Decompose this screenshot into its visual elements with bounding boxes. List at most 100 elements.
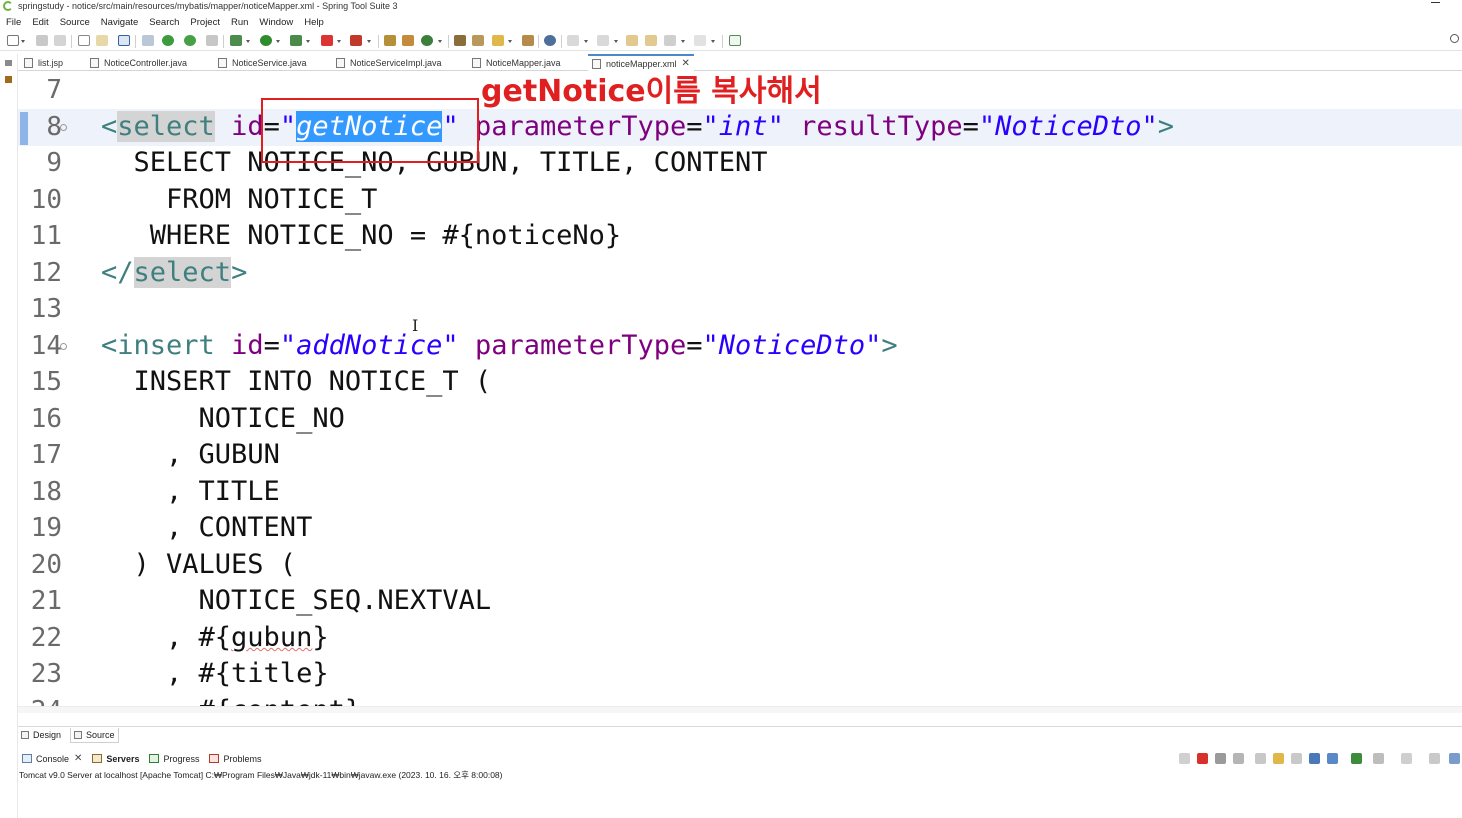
run-dropdown-icon[interactable] (276, 40, 280, 43)
open-perspective-icon[interactable] (729, 35, 741, 46)
coverage-dropdown-icon[interactable] (367, 40, 371, 43)
terminal-icon[interactable] (118, 35, 130, 46)
next-annotation-dropdown-icon[interactable] (584, 40, 588, 43)
print-icon[interactable] (78, 35, 90, 46)
close-tab-icon[interactable]: ✕ (682, 58, 690, 69)
open-file-icon[interactable] (472, 35, 484, 46)
new-dropdown-icon[interactable] (21, 40, 25, 43)
web-browser-icon[interactable] (544, 35, 556, 46)
tab-label: Design (33, 730, 62, 740)
back-dropdown-icon[interactable] (681, 40, 685, 43)
coverage-icon[interactable] (350, 35, 362, 46)
word-wrap-icon[interactable] (1291, 753, 1302, 764)
menu-run[interactable]: Run (231, 17, 248, 28)
restore-icon[interactable] (5, 60, 12, 66)
skip-breakpoints-icon[interactable] (142, 35, 154, 46)
external-tools-icon[interactable] (290, 35, 302, 46)
tab-notice-controller[interactable]: NoticeController.java (90, 54, 187, 71)
tab-notice-mapper-java[interactable]: NoticeMapper.java (472, 54, 561, 71)
save-icon[interactable] (36, 35, 48, 46)
code-line-23: , #{title} (101, 658, 329, 689)
annotation-dropdown-icon[interactable] (508, 40, 512, 43)
external-tools-dropdown-icon[interactable] (306, 40, 310, 43)
menu-project[interactable]: Project (190, 17, 220, 28)
tab-design[interactable]: Design (18, 728, 64, 743)
open-type-icon[interactable] (96, 35, 108, 46)
forward-icon[interactable] (694, 35, 706, 46)
forward-dropdown-icon[interactable] (711, 40, 715, 43)
new-java-project-icon[interactable] (384, 35, 396, 46)
new-class-icon[interactable] (421, 35, 433, 46)
back-icon[interactable] (664, 35, 676, 46)
jsp-file-icon (24, 57, 33, 68)
remove-all-launches-icon[interactable] (1233, 753, 1244, 764)
main-toolbar (0, 31, 1462, 51)
menu-edit[interactable]: Edit (32, 17, 48, 28)
open-console-icon[interactable] (1401, 753, 1412, 764)
display-console-icon[interactable] (1373, 753, 1384, 764)
prev-annotation-icon[interactable] (597, 35, 609, 46)
pin-editor-icon[interactable] (645, 35, 657, 46)
tab-progress[interactable]: Progress (149, 754, 199, 764)
menu-help[interactable]: Help (304, 17, 324, 28)
tab-servers[interactable]: Servers (92, 754, 139, 764)
menu-navigate[interactable]: Navigate (101, 17, 139, 28)
minimize-view-icon[interactable] (1429, 753, 1440, 764)
horizontal-scrollbar[interactable] (18, 706, 1462, 713)
refresh-icon[interactable] (184, 35, 196, 46)
annotation-icon[interactable] (492, 35, 504, 46)
console-output-area[interactable] (18, 780, 1462, 818)
remove-launch-icon[interactable] (1215, 753, 1226, 764)
menu-source[interactable]: Source (60, 17, 90, 28)
tab-console[interactable]: Console ✕ (22, 753, 82, 764)
debug-icon[interactable] (230, 35, 242, 46)
debug-dropdown-icon[interactable] (246, 40, 250, 43)
minimize-icon[interactable] (1431, 2, 1440, 3)
tab-notice-mapper-xml[interactable]: noticeMapper.xml ✕ (588, 54, 694, 71)
new-icon[interactable] (7, 35, 19, 46)
fold-toggle-icon[interactable] (60, 124, 67, 131)
quick-access-search-icon[interactable] (1450, 34, 1459, 43)
show-on-stderr-icon[interactable] (1327, 753, 1338, 764)
tab-problems[interactable]: Problems (209, 754, 261, 764)
result-type-attribute: resultType (800, 111, 963, 142)
terminate-icon[interactable] (321, 35, 333, 46)
menu-file[interactable]: File (6, 17, 21, 28)
terminate-dropdown-icon[interactable] (337, 40, 341, 43)
save-all-icon[interactable] (54, 35, 66, 46)
title-bar: springstudy - notice/src/main/resources/… (0, 0, 1462, 13)
equals: = (686, 111, 703, 142)
fold-toggle-icon[interactable] (60, 343, 67, 350)
tab-label: NoticeMapper.java (486, 57, 561, 68)
restart-icon[interactable] (1179, 753, 1190, 764)
menu-search[interactable]: Search (149, 17, 179, 28)
last-edit-location-icon[interactable] (626, 35, 638, 46)
prev-annotation-dropdown-icon[interactable] (614, 40, 618, 43)
tab-notice-service[interactable]: NoticeService.java (218, 54, 307, 71)
stop-server-icon[interactable] (206, 35, 218, 46)
scroll-lock-icon[interactable] (1273, 753, 1284, 764)
tab-label: Servers (106, 753, 140, 764)
terminate-icon[interactable] (1197, 753, 1208, 764)
package-explorer-icon[interactable] (5, 76, 12, 83)
new-package-icon[interactable] (402, 35, 414, 46)
annotation-text: getNotice이름 복사해서 (481, 74, 822, 109)
tab-notice-service-impl[interactable]: NoticeServiceImpl.java (336, 54, 442, 71)
show-on-stdout-icon[interactable] (1309, 753, 1320, 764)
maximize-view-icon[interactable] (1449, 753, 1460, 764)
new-class-dropdown-icon[interactable] (438, 40, 442, 43)
open-task-icon[interactable] (454, 35, 466, 46)
pin-console-icon[interactable] (1351, 753, 1362, 764)
close-console-icon[interactable]: ✕ (74, 753, 82, 764)
next-annotation-icon[interactable] (567, 35, 579, 46)
text-cursor-icon: I (412, 316, 419, 335)
start-server-icon[interactable] (162, 35, 174, 46)
open-search-icon[interactable] (522, 35, 534, 46)
clear-console-icon[interactable] (1255, 753, 1266, 764)
tab-source[interactable]: Source (70, 727, 119, 743)
menu-window[interactable]: Window (259, 17, 293, 28)
xml-editor[interactable]: 7 8 9 10 11 12 13 14 15 16 17 18 19 20 2… (18, 72, 1462, 713)
line-number: 12 (30, 258, 62, 288)
tab-list-jsp[interactable]: list.jsp (24, 54, 63, 71)
run-icon[interactable] (260, 35, 272, 46)
